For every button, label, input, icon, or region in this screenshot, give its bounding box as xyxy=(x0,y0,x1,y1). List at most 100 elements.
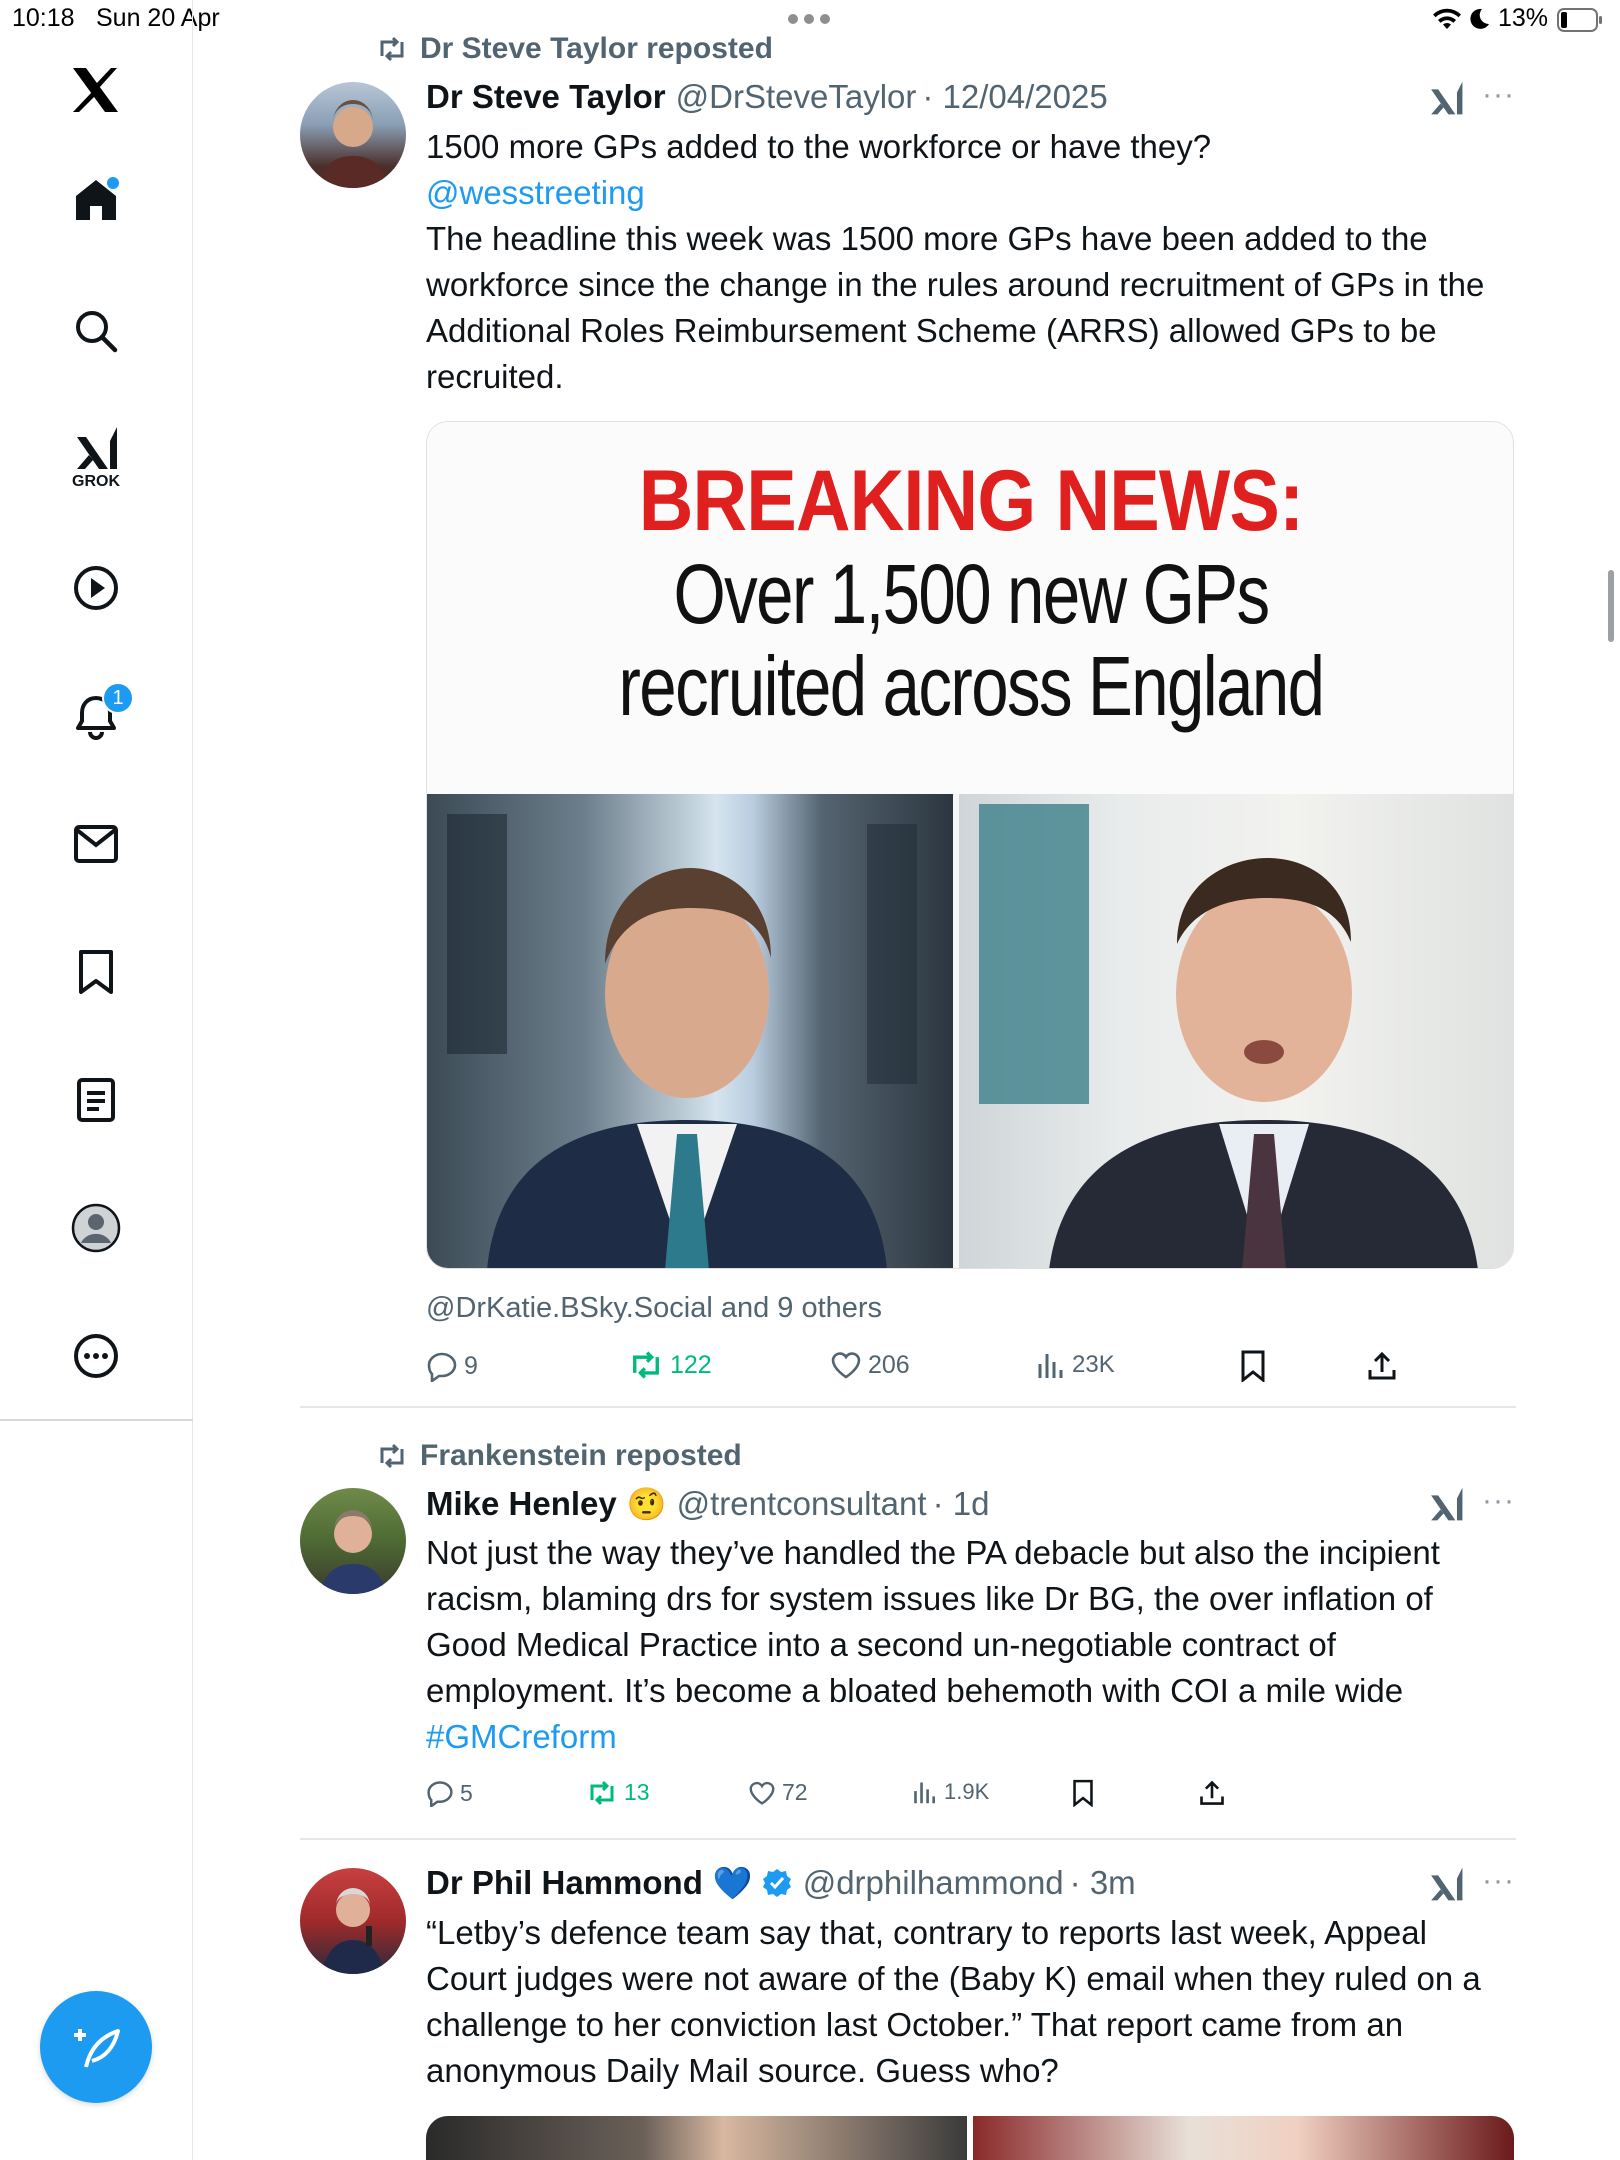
tweet-text-paragraph: Not just the way they’ve handled the PA … xyxy=(426,1534,1440,1709)
battery-percentage: 13% xyxy=(1498,4,1549,32)
tweet-media[interactable]: BREAKING NEWS: Over 1,500 new GPs recrui… xyxy=(426,421,1514,1269)
politician-photo xyxy=(959,794,1513,1268)
repost-indicator: Dr Steve Taylor reposted xyxy=(376,32,773,66)
avatar[interactable] xyxy=(300,1868,406,1974)
tweet-time[interactable]: · 3m xyxy=(1070,1864,1136,1902)
reply-button[interactable]: 5 xyxy=(426,1779,473,1807)
reply-button[interactable]: 9 xyxy=(426,1350,478,1382)
news-anchor-photo xyxy=(427,794,953,1268)
tweet-header: Dr Phil Hammond 💙 @drphilhammond · 3m xyxy=(426,1864,1136,1902)
views-button[interactable]: 1.9K xyxy=(912,1779,989,1805)
x-logo-icon[interactable] xyxy=(60,54,132,126)
tweet-actions: 5 13 72 1.9K xyxy=(426,1779,1426,1819)
more-icon[interactable] xyxy=(60,1320,132,1392)
repost-count: 122 xyxy=(670,1350,712,1379)
search-icon[interactable] xyxy=(60,295,132,367)
repost-label: Dr Steve Taylor reposted xyxy=(420,32,773,65)
like-count: 206 xyxy=(868,1350,910,1379)
blue-heart-emoji-icon: 💙 xyxy=(712,1865,753,1901)
sidebar: GROK 1 xyxy=(0,0,193,2160)
tweet-media[interactable] xyxy=(426,2116,1514,2160)
tweet-actions: 9 122 206 23K xyxy=(426,1350,1426,1390)
sidebar-divider xyxy=(0,1419,193,1421)
bookmarks-icon[interactable] xyxy=(60,936,132,1008)
repost-icon xyxy=(633,1351,659,1379)
battery-icon xyxy=(1557,8,1603,32)
repost-icon xyxy=(380,1443,404,1469)
reply-icon xyxy=(427,1781,453,1807)
home-icon[interactable] xyxy=(60,164,132,236)
messages-icon[interactable] xyxy=(60,808,132,880)
bookmark-button[interactable] xyxy=(1240,1350,1266,1382)
tweet-header: Dr Steve Taylor @DrSteveTaylor · 12/04/2… xyxy=(426,78,1108,116)
author-handle[interactable]: @trentconsultant xyxy=(677,1485,927,1523)
mention-link[interactable]: @wesstreeting xyxy=(426,170,1516,216)
more-options-icon[interactable]: ··· xyxy=(1482,1864,1515,1898)
bookmark-button[interactable] xyxy=(1072,1779,1094,1807)
moon-icon xyxy=(1468,8,1490,30)
media-photo xyxy=(973,2116,1514,2160)
author-name[interactable]: Mike Henley xyxy=(426,1485,617,1523)
like-button[interactable]: 206 xyxy=(830,1350,910,1380)
compose-icon xyxy=(70,2021,122,2073)
multitasking-dots-icon[interactable] xyxy=(788,14,830,24)
share-icon xyxy=(1368,1351,1396,1380)
scrollbar[interactable] xyxy=(1608,570,1614,642)
heart-icon xyxy=(749,1781,775,1805)
tweet-time[interactable]: · 1d xyxy=(933,1485,990,1523)
video-icon[interactable] xyxy=(60,552,132,624)
author-handle[interactable]: @DrSteveTaylor xyxy=(676,78,917,116)
repost-icon xyxy=(380,36,404,62)
repost-button[interactable]: 13 xyxy=(586,1779,650,1806)
tweet-text-paragraph: The headline this week was 1500 more GPs… xyxy=(426,220,1485,395)
tweet-time[interactable]: · 12/04/2025 xyxy=(922,78,1107,116)
tweet-header: Mike Henley 🤨 @trentconsultant · 1d xyxy=(426,1485,989,1523)
media-headline: BREAKING NEWS: xyxy=(638,453,1304,549)
share-icon xyxy=(1200,1780,1224,1805)
author-handle[interactable]: @drphilhammond xyxy=(803,1864,1064,1902)
views-button[interactable]: 23K xyxy=(1036,1350,1115,1380)
avatar[interactable] xyxy=(300,1488,406,1594)
emoji-icon: 🤨 xyxy=(626,1486,667,1522)
bookmark-icon xyxy=(1241,1350,1265,1382)
views-icon xyxy=(914,1782,935,1804)
bookmark-icon xyxy=(1073,1779,1093,1807)
share-button[interactable] xyxy=(1366,1350,1398,1382)
tagged-users[interactable]: @DrKatie.BSky.Social and 9 others xyxy=(426,1292,882,1325)
avatar[interactable] xyxy=(300,82,406,188)
like-button[interactable]: 72 xyxy=(748,1779,808,1806)
like-count: 72 xyxy=(782,1779,808,1805)
repost-count: 13 xyxy=(624,1779,650,1805)
hashtag-link[interactable]: #GMCreform xyxy=(426,1714,1516,1760)
repost-button[interactable]: 122 xyxy=(628,1350,712,1380)
profile-icon[interactable] xyxy=(60,1192,132,1264)
author-name[interactable]: Dr Phil Hammond xyxy=(426,1864,703,1902)
views-icon xyxy=(1038,1354,1063,1378)
author-name[interactable]: Dr Steve Taylor xyxy=(426,78,666,116)
tweet-text: “Letby’s defence team say that, contrary… xyxy=(426,1910,1516,2094)
lists-icon[interactable] xyxy=(60,1064,132,1136)
notification-badge: 1 xyxy=(102,682,134,714)
share-button[interactable] xyxy=(1198,1779,1226,1807)
notifications-icon[interactable]: 1 xyxy=(60,680,134,752)
compose-button[interactable] xyxy=(40,1991,152,2103)
grok-label: GROK xyxy=(72,473,120,490)
tweet-text: 1500 more GPs added to the workforce or … xyxy=(426,124,1516,400)
grok-icon[interactable] xyxy=(1428,1866,1464,1902)
grok-icon[interactable] xyxy=(1428,1486,1464,1522)
repost-label: Frankenstein reposted xyxy=(420,1439,742,1472)
verified-badge-icon xyxy=(761,1867,793,1899)
grok-icon[interactable] xyxy=(1428,80,1464,116)
media-headline-panel: BREAKING NEWS: Over 1,500 new GPs recrui… xyxy=(427,422,1513,794)
more-options-icon[interactable]: ··· xyxy=(1482,1484,1515,1518)
more-options-icon[interactable]: ··· xyxy=(1482,78,1515,112)
media-subline: Over 1,500 new GPs xyxy=(673,547,1271,641)
tweet-text-line: 1500 more GPs added to the workforce or … xyxy=(426,128,1212,165)
media-subline: recruited across England xyxy=(618,639,1326,733)
views-count: 23K xyxy=(1072,1351,1115,1378)
heart-icon xyxy=(831,1352,861,1379)
tweet-text: Not just the way they’ve handled the PA … xyxy=(426,1530,1516,1760)
tweet-divider xyxy=(300,1838,1516,1840)
grok-icon[interactable]: GROK xyxy=(60,418,132,498)
repost-icon xyxy=(590,1780,614,1805)
